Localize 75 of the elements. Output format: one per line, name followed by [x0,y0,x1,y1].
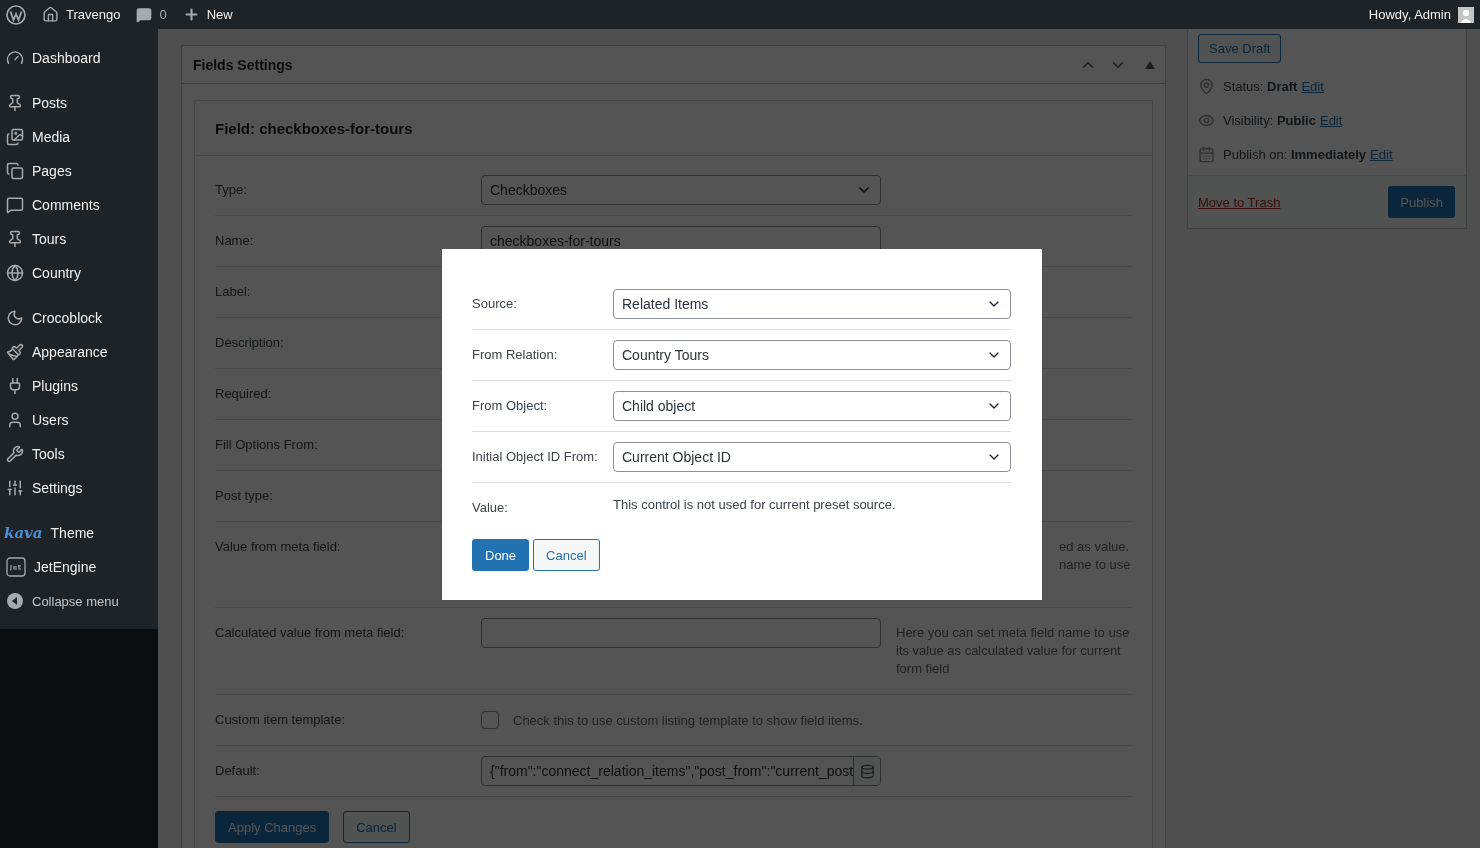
wordpress-logo-icon[interactable] [6,4,26,25]
menu-item[interactable]: JetEngine [34,559,97,575]
database-icon [859,763,875,779]
menu-item[interactable]: Dashboard [32,50,101,66]
menu-item[interactable]: Crocoblock [32,310,103,326]
menu-icon [6,411,24,429]
field-label: Label: [215,283,252,301]
collapse-menu-link[interactable]: Collapse menu [32,593,119,609]
menu-item[interactable]: Plugins [32,378,78,394]
theme-logo: kava [4,524,43,542]
avatar-icon[interactable] [1458,6,1474,23]
done-button[interactable]: Done [472,539,530,571]
field-label: Fill Options From: [215,436,319,454]
modal-select[interactable]: Child object [613,391,1011,421]
comment-count: 0 [159,7,167,22]
menu-icon [6,49,24,67]
menu-icon [6,343,24,361]
menu-item[interactable]: Comments [32,197,100,213]
new-link[interactable]: New [206,7,233,22]
collapse-toggle-icon[interactable] [1145,60,1155,69]
field-label: Description: [215,334,285,352]
modal-select[interactable]: Current Object ID [613,442,1011,472]
text-input[interactable] [481,618,881,648]
menu-icon [6,445,24,463]
comment-icon[interactable] [136,6,153,23]
greeting-link[interactable]: Howdy, Admin [1368,7,1451,22]
menu-item[interactable]: Tools [32,446,65,462]
menu-icon [6,128,24,146]
modal-label: Initial Object ID From: [472,448,599,466]
pin-icon [1198,77,1215,95]
menu-item[interactable]: Settings [32,480,83,496]
field-label: Custom item template: [215,711,347,729]
collapse-icon [6,592,24,610]
engine-icon [6,557,26,577]
field-label: Calculated value from meta field: [215,624,406,642]
publish-meta-text: Status: Draft [1223,78,1298,94]
field-label: Default: [215,762,261,780]
checkbox[interactable] [481,711,499,729]
menu-item[interactable]: Tours [32,231,67,247]
menu-item[interactable]: Users [32,412,69,428]
field-label: Required: [215,385,273,403]
modal-select[interactable]: Country Tours [613,340,1011,370]
modal-note: This control is not used for current preset source. [613,496,897,512]
publish-meta-text: Visibility: Public [1223,112,1316,128]
menu-item[interactable]: Posts [32,95,67,111]
menu-icon [6,162,24,180]
modal-label: Source: [472,295,518,313]
calendar-icon [1198,145,1215,163]
modal-label: From Relation: [472,346,559,364]
modal-select[interactable]: Related Items [613,289,1011,319]
menu-item[interactable]: Theme [50,525,95,541]
menu-icon [6,264,24,282]
home-icon[interactable] [42,6,59,23]
cancel-button[interactable]: Cancel [533,539,600,571]
field-label: Name: [215,232,255,250]
field-label: Type: [215,181,248,199]
menu-item[interactable]: Country [32,265,82,281]
menu-icon [6,94,24,112]
field-label: Value from meta field: [215,538,342,556]
menu-icon [6,196,24,214]
menu-item[interactable]: Media [32,129,71,145]
panel-title: Fields Settings [193,56,294,73]
field-label: Post type: [215,487,274,505]
publish-meta-text: Publish on: Immediately [1223,146,1367,162]
database-button[interactable] [853,757,880,785]
modal-label: From Object: [472,397,549,415]
menu-icon [6,479,24,497]
plus-icon[interactable] [182,6,200,23]
site-name-link[interactable]: Travengo [66,7,121,22]
menu-item[interactable]: Appearance [32,344,108,360]
menu-icon [6,230,24,248]
field-title: Field: checkboxes-for-tours [215,119,413,137]
menu-item[interactable]: Pages [32,163,72,179]
modal-label: Value: [472,499,509,517]
menu-icon [6,309,24,327]
